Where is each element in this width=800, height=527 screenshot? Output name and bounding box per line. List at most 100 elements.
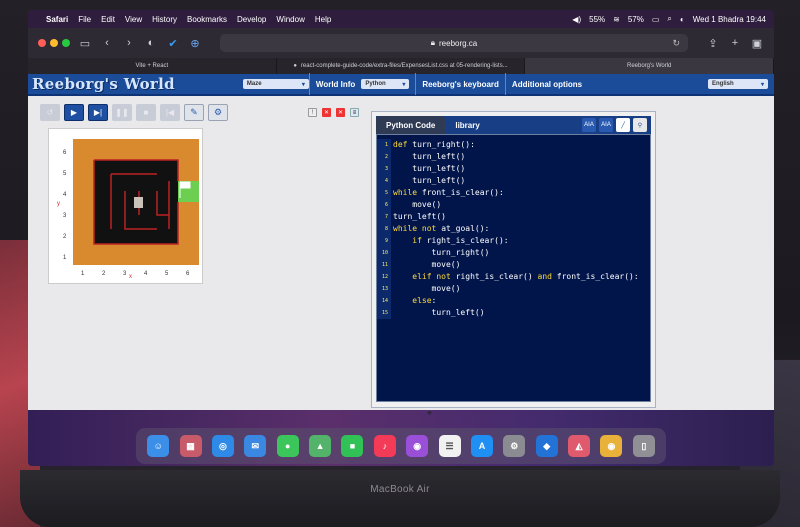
line-number: 8 [377, 223, 391, 235]
menu-item-history[interactable]: History [152, 15, 177, 24]
macos-menubar: Safari File Edit View History Bookmarks … [28, 10, 774, 28]
sidebar-toggle-icon[interactable]: ▭ [78, 37, 92, 50]
clear-icon[interactable]: ✕ [336, 108, 345, 117]
menu-item-view[interactable]: View [125, 15, 142, 24]
battery-level: 57% [627, 14, 644, 24]
code-text: turn_left() [393, 308, 485, 317]
notes-icon[interactable]: ≡ [350, 108, 359, 117]
tab-github[interactable]: ● react-complete-guide-code/extra-files/… [277, 58, 526, 74]
reeborgs-keyboard-button[interactable]: Reeborg's keyboard [416, 80, 505, 89]
close-window-button[interactable] [38, 39, 46, 47]
battery-icon[interactable]: ▭ [652, 15, 660, 24]
line-number: 2 [377, 151, 391, 163]
back-arrow-icon[interactable]: ‹ [100, 37, 114, 49]
menu-app-name[interactable]: Safari [46, 15, 68, 24]
new-tab-icon[interactable]: + [728, 37, 742, 49]
increase-font-button[interactable]: AIA [599, 118, 613, 132]
language-select[interactable]: Python ▾ [361, 79, 410, 89]
menubar-datetime[interactable]: Wed 1 Bhadra 19:44 [693, 15, 766, 24]
code-line: 9 if right_is_clear(): [377, 235, 650, 247]
code-area[interactable]: 1 def turn_right(): 2 turn_left() 3 turn_le… [376, 134, 651, 402]
tab-reeborgs-world[interactable]: Reeborg's World [525, 58, 774, 74]
minimize-window-button[interactable] [50, 39, 58, 47]
volume-level: 55% [589, 14, 606, 24]
highlight-icon[interactable]: ╱ [616, 118, 630, 132]
code-line: 5 while front_is_clear(): [377, 187, 650, 199]
menu-item-edit[interactable]: Edit [101, 15, 115, 24]
language-select-value: Python [365, 81, 386, 87]
tab-title: react-complete-guide-code/extra-files/Ex… [300, 63, 508, 69]
extension-target-icon[interactable]: ⊕ [188, 37, 202, 50]
step-back-button[interactable]: |◀ [160, 104, 180, 121]
decrease-font-button[interactable]: AIA [582, 118, 596, 132]
code-line: 14 else: [377, 295, 650, 307]
ui-language-select[interactable]: English ▾ [708, 79, 768, 89]
system-settings-icon[interactable]: ⚙ [503, 435, 526, 457]
tab-vite-react[interactable]: Vite + React [28, 58, 277, 74]
chevron-down-icon: ▾ [760, 81, 764, 88]
menu-item-bookmarks[interactable]: Bookmarks [187, 15, 227, 24]
tab-overview-icon[interactable]: ▣ [750, 37, 764, 50]
facetime-icon[interactable]: ■ [341, 435, 364, 457]
privacy-shield-icon[interactable]: ◐ [144, 37, 158, 49]
messages-icon[interactable]: ● [276, 435, 299, 457]
volume-icon[interactable]: ◀) [572, 15, 581, 24]
y-tick: 1 [63, 255, 67, 261]
trash-icon[interactable]: ▯ [632, 435, 655, 457]
safari-icon[interactable]: ◎ [211, 435, 234, 457]
world-canvas[interactable]: 1 2 3 4 5 6 y 1 2 3 4 5 6 x [48, 128, 203, 284]
menu-item-help[interactable]: Help [315, 15, 331, 24]
zoom-window-button[interactable] [62, 39, 70, 47]
x-tick: 2 [102, 271, 106, 277]
line-number: 4 [377, 175, 391, 187]
world-settings-button[interactable]: ⚙ [208, 104, 228, 121]
code-text: move() [393, 200, 442, 209]
additional-options-button[interactable]: Additional options [506, 80, 588, 89]
vscode-icon[interactable]: ◆ [535, 435, 558, 457]
menu-item-window[interactable]: Window [276, 15, 304, 24]
world-select[interactable]: Maze ▾ [242, 79, 309, 89]
code-line: 7 turn_left() [377, 211, 650, 223]
search-icon[interactable]: ⌕ [667, 14, 671, 24]
extension-check-icon[interactable]: ✔ [166, 37, 180, 50]
pause-button[interactable]: ❚❚ [112, 104, 132, 121]
line-number: 12 [377, 271, 391, 283]
control-center-icon[interactable]: ◐ [680, 15, 685, 24]
podcasts-icon[interactable]: ◉ [406, 435, 429, 457]
code-text: else: [412, 296, 437, 305]
delete-icon[interactable]: ✕ [322, 108, 331, 117]
finder-icon[interactable]: ☺ [147, 435, 170, 457]
forward-arrow-icon[interactable]: › [122, 37, 136, 49]
run-button[interactable]: ▶ [64, 104, 84, 121]
world-info-button[interactable]: World Info [310, 80, 361, 89]
chrome-icon[interactable]: ◉ [600, 435, 623, 457]
reminders-icon[interactable]: ☰ [438, 435, 461, 457]
code-text: turn_left() [393, 164, 466, 173]
reload-icon[interactable]: ↻ [672, 38, 680, 49]
menu-item-develop[interactable]: Develop [237, 15, 266, 24]
maps-icon[interactable]: ▲ [309, 435, 332, 457]
y-tick: 6 [63, 150, 67, 156]
code-text: move() [393, 284, 461, 293]
edit-world-button[interactable]: ✎ [184, 104, 204, 121]
gitkraken-icon[interactable]: ◭ [568, 435, 591, 457]
address-bar[interactable]: 🔒︎ reeborg.ca ↻ [220, 34, 688, 52]
menu-item-file[interactable]: File [78, 15, 91, 24]
app-store-icon[interactable]: A [470, 435, 493, 457]
wifi-icon[interactable]: ≋ [613, 15, 620, 24]
tab-python-code[interactable]: Python Code [376, 116, 446, 134]
mail-icon[interactable]: ✉ [244, 435, 267, 457]
reload-world-button[interactable]: ↺ [40, 104, 60, 121]
step-button[interactable]: ▶| [88, 104, 108, 121]
line-number: 9 [377, 235, 391, 247]
music-icon[interactable]: ♪ [373, 435, 396, 457]
highlight-icon[interactable]: ! [308, 108, 317, 117]
magnifier-icon[interactable]: ⚲ [633, 118, 647, 132]
code-text: if right_is_clear(): [412, 236, 509, 245]
share-icon[interactable]: ⇪ [706, 37, 720, 50]
launchpad-icon[interactable]: ▦ [179, 435, 202, 457]
tab-library[interactable]: library [445, 116, 489, 134]
stop-button[interactable]: ■ [136, 104, 156, 121]
line-number: 10 [377, 247, 391, 259]
code-text: turn_left() [393, 152, 466, 161]
